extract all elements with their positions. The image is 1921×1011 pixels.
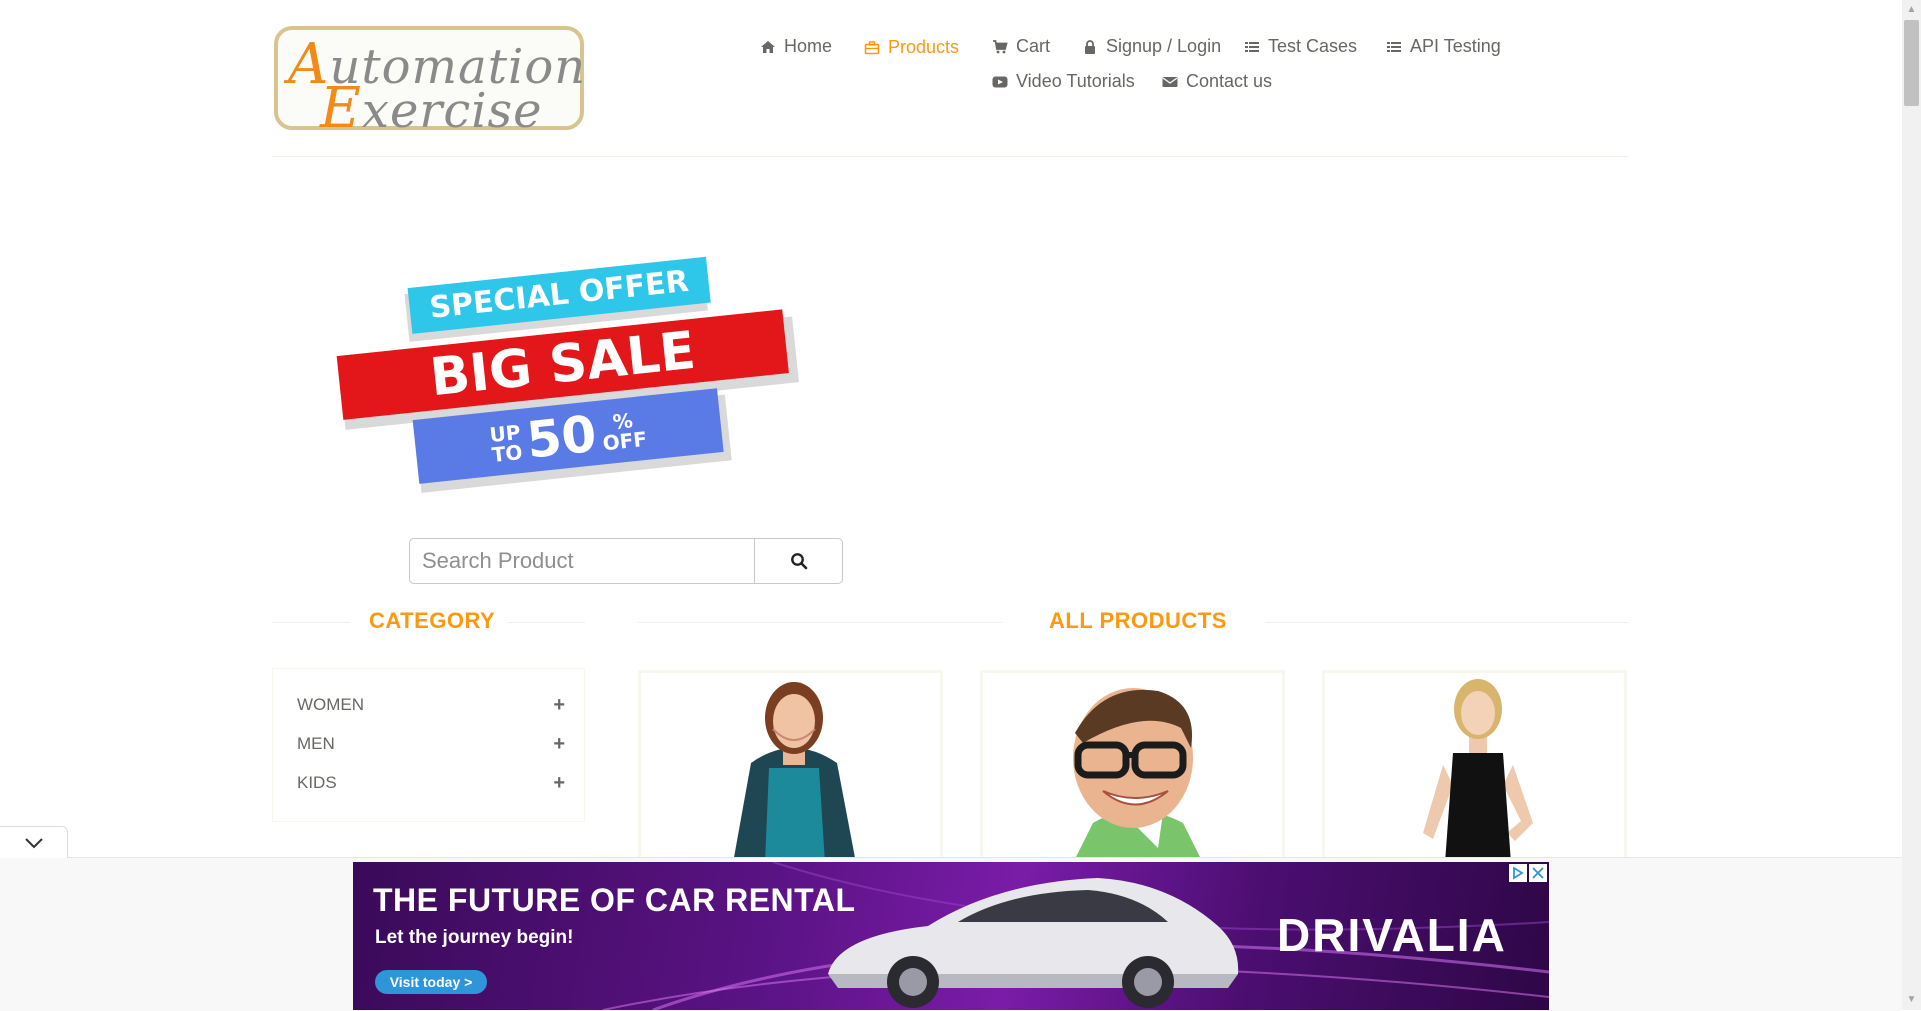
woman-teal-cardigan-image — [733, 682, 856, 860]
scroll-up-arrow[interactable]: ▲ — [1904, 2, 1919, 18]
ad-close-icon[interactable] — [1529, 864, 1547, 882]
home-icon — [761, 40, 775, 53]
products-rule-left — [638, 622, 1002, 623]
briefcase-icon — [864, 40, 880, 54]
plus-icon[interactable]: + — [553, 772, 565, 795]
category-title: CATEGORY — [369, 608, 496, 633]
nav-signup-login[interactable]: Signup / Login — [1082, 36, 1221, 57]
nav-api-testing[interactable]: API Testing — [1386, 36, 1501, 57]
category-women[interactable]: WOMEN + — [297, 693, 565, 717]
scrollbar[interactable] — [1902, 0, 1921, 1010]
nav-video-tutorials-label: Video Tutorials — [1016, 71, 1135, 91]
nav-contact-us-label: Contact us — [1186, 71, 1273, 91]
ad-brand: DRIVALIA — [1277, 909, 1507, 961]
category-men[interactable]: MEN + — [297, 732, 565, 756]
category-kids-label: KIDS — [297, 773, 337, 792]
car-rental-ad[interactable]: THE FUTURE OF CAR RENTAL Let the journey… — [353, 862, 1549, 1010]
scrollbar-thumb[interactable] — [1904, 20, 1919, 106]
product-card[interactable] — [1322, 670, 1627, 860]
nav-contact-us[interactable]: Contact us — [1162, 71, 1272, 92]
nav-cart-label: Cart — [1016, 36, 1051, 56]
envelope-icon — [1162, 76, 1178, 87]
woman-black-top-image — [1423, 679, 1533, 860]
product-card[interactable] — [980, 670, 1285, 860]
category-rule-left — [272, 622, 350, 623]
header-divider — [272, 156, 1628, 157]
list-icon — [1245, 41, 1259, 52]
nav-products[interactable]: Products — [864, 37, 959, 58]
ad-info-icon[interactable] — [1509, 864, 1527, 882]
nav-test-cases[interactable]: Test Cases — [1244, 36, 1357, 57]
all-products-title: ALL PRODUCTS — [1049, 608, 1227, 633]
nav-products-label: Products — [888, 37, 960, 57]
youtube-play-icon — [992, 76, 1008, 87]
chevron-down-icon — [24, 837, 43, 848]
ad-controls — [1509, 864, 1547, 882]
ad-visit-button[interactable]: Visit today > — [375, 970, 487, 994]
category-women-label: WOMEN — [297, 695, 365, 714]
logo-line-2: Exercise — [320, 76, 543, 141]
ad-subline: Let the journey begin! — [375, 927, 574, 948]
category-rule-right — [507, 622, 585, 623]
car-image — [828, 878, 1239, 1008]
sale-banner[interactable]: SPECIAL OFFER BIG SALE UP TO 50 % OFF — [330, 252, 810, 493]
site-logo[interactable]: Automation Exercise — [274, 26, 585, 141]
category-kids[interactable]: KIDS + — [297, 771, 565, 795]
nav-test-cases-label: Test Cases — [1268, 36, 1358, 56]
nav-signup-login-label: Signup / Login — [1106, 36, 1222, 56]
cart-icon — [993, 39, 1008, 53]
products-rule-right — [1265, 622, 1628, 623]
search-button[interactable] — [754, 538, 843, 584]
scroll-down-arrow[interactable]: ▼ — [1904, 992, 1919, 1008]
category-panel: WOMEN + MEN + KIDS + — [272, 668, 585, 822]
plus-icon[interactable]: + — [553, 694, 565, 717]
product-card[interactable] — [638, 670, 943, 860]
nav-home-label: Home — [784, 36, 833, 56]
man-glasses-image — [1073, 688, 1202, 860]
nav-api-testing-label: API Testing — [1410, 36, 1501, 56]
search-input[interactable] — [409, 538, 755, 584]
nav-home[interactable]: Home — [760, 36, 832, 57]
search-icon — [790, 553, 807, 570]
list-icon — [1387, 41, 1401, 52]
ad-headline: THE FUTURE OF CAR RENTAL — [373, 882, 856, 918]
nav-cart[interactable]: Cart — [992, 36, 1050, 57]
ad-collapse-button[interactable] — [0, 826, 68, 858]
category-men-label: MEN — [297, 734, 335, 753]
nav-video-tutorials[interactable]: Video Tutorials — [992, 71, 1135, 92]
lock-icon — [1085, 39, 1095, 54]
plus-icon[interactable]: + — [553, 733, 565, 756]
